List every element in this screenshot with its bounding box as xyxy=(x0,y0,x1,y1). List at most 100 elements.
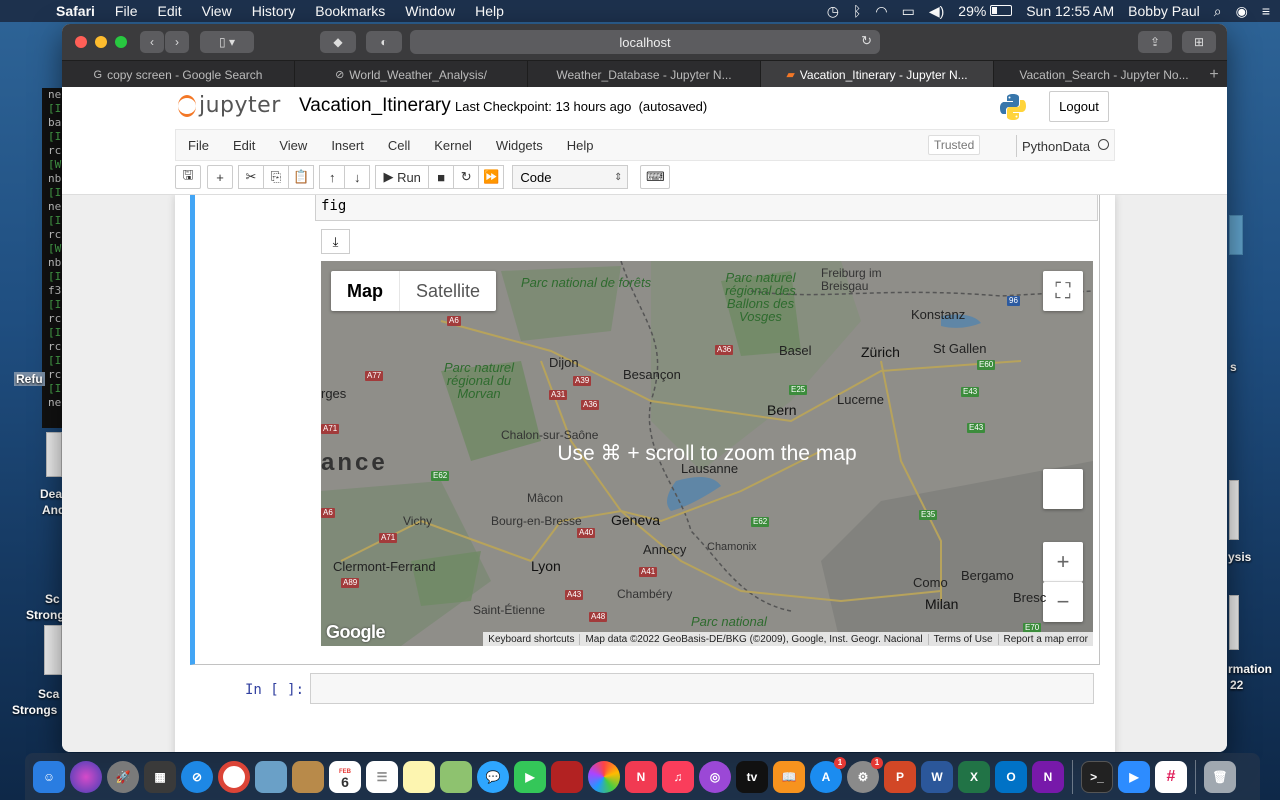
terms-of-use-link[interactable]: Terms of Use xyxy=(927,633,998,645)
photo-booth-icon[interactable] xyxy=(551,760,583,793)
street-view-pegman-icon[interactable] xyxy=(1043,469,1083,509)
battery-icon[interactable] xyxy=(990,5,1013,16)
onenote-icon[interactable]: N xyxy=(1032,760,1064,793)
google-map[interactable]: Map Satellite ⛶ + − Parc national de for… xyxy=(321,261,1093,646)
map-type-map-button[interactable]: Map xyxy=(331,271,400,311)
tab-vacation-search[interactable]: Vacation_Search - Jupyter No... xyxy=(994,61,1214,88)
menu-view[interactable]: View xyxy=(202,3,232,19)
menu-bookmarks[interactable]: Bookmarks xyxy=(315,3,385,19)
siri-dock-icon[interactable] xyxy=(70,760,102,793)
books-icon[interactable]: 📖 xyxy=(773,760,805,793)
clock[interactable]: Sun 12:55 AM xyxy=(1026,3,1114,19)
restart-icon[interactable]: ↻ xyxy=(453,165,480,189)
safari-icon[interactable]: ⊘ xyxy=(181,760,213,793)
siri-icon[interactable]: ◉ xyxy=(1236,3,1248,20)
cell-type-select[interactable]: Code xyxy=(512,165,629,189)
menu-history[interactable]: History xyxy=(252,3,296,19)
report-map-error-link[interactable]: Report a map error xyxy=(997,633,1093,645)
menu-help[interactable]: Help xyxy=(475,3,504,19)
news-icon[interactable]: N xyxy=(625,760,657,793)
google-logo[interactable]: Google xyxy=(326,622,386,643)
tab-overview-icon[interactable]: ⊞ xyxy=(1182,31,1216,53)
chrome-icon[interactable] xyxy=(218,760,250,793)
system-preferences-icon[interactable]: ⚙ 1 xyxy=(847,756,883,793)
facetime-icon[interactable]: ▶ xyxy=(514,760,546,793)
tab-weather-database[interactable]: Weather_Database - Jupyter N... xyxy=(528,61,761,88)
new-tab-icon[interactable]: + xyxy=(1201,61,1227,88)
trusted-badge[interactable]: Trusted xyxy=(928,135,981,155)
trash-icon[interactable]: 🗑 xyxy=(1204,760,1236,793)
tab-google-search[interactable]: G copy screen - Google Search xyxy=(62,61,295,88)
cut-icon[interactable]: ✂ xyxy=(238,165,264,189)
keyboard-icon[interactable]: ⌨ xyxy=(640,165,671,189)
reload-icon[interactable]: ↻ xyxy=(861,33,872,49)
keyboard-shortcuts-link[interactable]: Keyboard shortcuts xyxy=(483,634,579,645)
notebook-title[interactable]: Vacation_Itinerary xyxy=(299,95,451,117)
excel-icon[interactable]: X xyxy=(958,760,990,793)
zoom-icon[interactable]: ▶ xyxy=(1118,760,1150,793)
tab-vacation-itinerary[interactable]: ▰ Vacation_Itinerary - Jupyter N... xyxy=(761,61,994,88)
zoom-window-button[interactable] xyxy=(115,36,127,48)
messages-icon[interactable]: 💬 xyxy=(477,760,509,793)
jp-menu-help[interactable]: Help xyxy=(555,138,606,153)
zoom-in-icon[interactable]: + xyxy=(1043,542,1083,582)
save-icon[interactable]: 🖫 xyxy=(175,165,201,189)
menu-window[interactable]: Window xyxy=(405,3,455,19)
forward-icon[interactable]: › xyxy=(165,31,189,53)
move-up-icon[interactable]: ↑ xyxy=(319,165,346,189)
empty-code-cell[interactable] xyxy=(310,673,1094,704)
fast-forward-icon[interactable]: ⏩ xyxy=(478,165,505,189)
reminders-icon[interactable]: ☰ xyxy=(366,760,398,793)
jp-menu-cell[interactable]: Cell xyxy=(376,138,422,153)
wifi-icon[interactable]: ◠ xyxy=(875,3,887,20)
close-window-button[interactable] xyxy=(75,36,87,48)
spotlight-icon[interactable]: ⌕ xyxy=(1214,3,1222,20)
preview-icon[interactable] xyxy=(255,760,287,793)
extension-icon[interactable]: ◆ xyxy=(320,31,356,53)
app-store-icon[interactable]: A1 xyxy=(810,756,846,793)
jp-menu-kernel[interactable]: Kernel xyxy=(422,138,484,153)
airplay-icon[interactable]: ▭ xyxy=(902,3,915,20)
menu-edit[interactable]: Edit xyxy=(157,3,181,19)
terminal-icon[interactable]: >_ xyxy=(1081,760,1113,793)
jp-menu-view[interactable]: View xyxy=(267,138,319,153)
move-down-icon[interactable]: ↓ xyxy=(344,165,371,189)
jp-menu-edit[interactable]: Edit xyxy=(221,138,267,153)
zoom-out-icon[interactable]: − xyxy=(1043,582,1083,622)
copy-icon[interactable]: ⎘ xyxy=(263,165,289,189)
user-name[interactable]: Bobby Paul xyxy=(1128,3,1200,19)
desktop-file-icon[interactable] xyxy=(44,625,62,675)
slack-icon[interactable]: # xyxy=(1155,760,1187,793)
download-icon[interactable]: ⤓ xyxy=(321,229,350,254)
contacts-icon[interactable] xyxy=(292,760,324,793)
minimize-window-button[interactable] xyxy=(95,36,107,48)
fullscreen-icon[interactable]: ⛶ xyxy=(1043,271,1083,311)
outlook-icon[interactable]: O xyxy=(995,760,1027,793)
menu-file[interactable]: File xyxy=(115,3,138,19)
jp-menu-file[interactable]: File xyxy=(176,138,221,153)
podcasts-icon[interactable]: ◎ xyxy=(699,760,731,793)
control-center-icon[interactable]: ≡ xyxy=(1262,3,1270,19)
kernel-name[interactable]: PythonData xyxy=(1016,135,1090,157)
insert-cell-icon[interactable]: + xyxy=(207,165,233,189)
photos-icon[interactable] xyxy=(588,760,620,793)
logout-button[interactable]: Logout xyxy=(1049,91,1109,122)
desktop-file-icon[interactable] xyxy=(46,432,62,477)
finder-icon[interactable]: ☺ xyxy=(33,760,65,793)
desktop-folder-icon[interactable] xyxy=(1229,215,1243,255)
music-icon[interactable]: ♫ xyxy=(662,760,694,793)
jupyter-logo[interactable]: jupyter xyxy=(178,93,281,118)
bluetooth-icon[interactable]: ᛒ xyxy=(853,3,861,19)
desktop-file-icon[interactable] xyxy=(1229,480,1239,540)
calendar-icon[interactable]: FEB 6 xyxy=(329,760,361,793)
address-bar[interactable]: localhost ↻ xyxy=(410,30,880,54)
launchpad-icon[interactable]: 🚀 xyxy=(107,760,139,793)
powerpoint-icon[interactable]: P xyxy=(884,760,916,793)
notes-icon[interactable] xyxy=(403,760,435,793)
privacy-shield-icon[interactable]: ◐ xyxy=(366,31,402,53)
sidebar-toggle-icon[interactable]: ▯ ▾ xyxy=(200,31,254,53)
jp-menu-insert[interactable]: Insert xyxy=(319,138,376,153)
map-type-satellite-button[interactable]: Satellite xyxy=(400,271,496,311)
word-icon[interactable]: W xyxy=(921,760,953,793)
tab-world-weather[interactable]: ⊘ World_Weather_Analysis/ xyxy=(295,61,528,88)
